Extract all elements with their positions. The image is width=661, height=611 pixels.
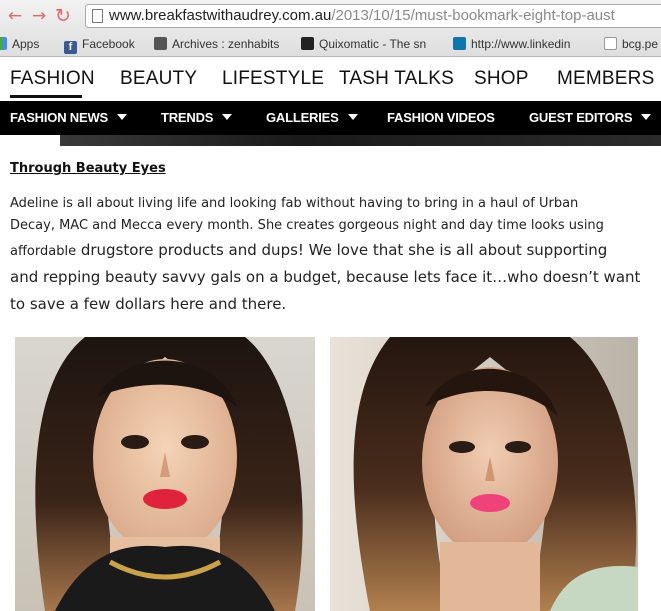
chevron-down-icon (347, 114, 358, 120)
bcg-icon (604, 37, 617, 50)
bookmark-facebook[interactable]: f Facebook (64, 35, 135, 54)
article-text-line: Decay, MAC and Mecca every month. She cr… (10, 218, 604, 233)
article-text-line: to save a few dollars here and there. (10, 295, 287, 313)
nav-fashion[interactable]: FASHION (10, 68, 95, 90)
page-icon (92, 9, 103, 23)
chevron-down-icon (641, 114, 652, 120)
article-text-line: and repping beauty savvy gals on a budge… (10, 268, 641, 286)
main-navigation: FASHION BEAUTY LIFESTYLE TASH TALKS SHOP… (0, 57, 661, 101)
quixomatic-icon (301, 37, 314, 50)
portrait-photo-right[interactable] (330, 337, 638, 611)
sub-navigation: FASHION NEWS TRENDS GALLERIES FASHION VI… (0, 101, 661, 135)
chevron-down-icon (117, 114, 127, 120)
reload-icon[interactable]: ↻ (52, 5, 74, 27)
apps-grid-icon (0, 37, 7, 50)
back-arrow-icon[interactable]: ← (4, 5, 26, 27)
bookmark-apps[interactable]: Apps (0, 35, 39, 53)
subnav-fashion-videos[interactable]: FASHION VIDEOS (387, 110, 495, 125)
nav-beauty[interactable]: BEAUTY (120, 68, 197, 90)
nav-members[interactable]: MEMBERS (557, 68, 654, 90)
nav-shop[interactable]: SHOP (474, 68, 529, 90)
subnav-galleries[interactable]: GALLERIES (266, 110, 358, 125)
bookmark-zenhabits[interactable]: Archives : zenhabits (154, 35, 279, 53)
bookmark-quixomatic[interactable]: Quixomatic - The sn (301, 35, 437, 53)
article-text-line: affordable drugstore products and dups! … (10, 241, 608, 259)
zenhabits-icon (154, 37, 167, 50)
article-text-line: Adeline is all about living life and loo… (10, 196, 579, 211)
subnav-fashion-news[interactable]: FASHION NEWS (10, 110, 127, 125)
forward-arrow-icon[interactable]: → (28, 5, 50, 27)
linkedin-icon (453, 37, 466, 50)
address-bar[interactable]: www.breakfastwithaudrey.com.au/2013/10/1… (85, 4, 661, 28)
header-image-strip (60, 135, 661, 146)
chevron-down-icon (222, 114, 233, 120)
browser-chrome: ← → ↻ www.breakfastwithaudrey.com.au/201… (0, 0, 661, 57)
nav-tash-talks[interactable]: TASH TALKS (339, 68, 454, 90)
active-nav-indicator (10, 95, 82, 98)
subnav-guest-editors[interactable]: GUEST EDITORS (529, 110, 652, 125)
bookmarks-bar: Apps f Facebook Archives : zenhabits Quix… (0, 33, 661, 55)
facebook-icon: f (64, 41, 77, 54)
portrait-photo-left[interactable] (15, 337, 315, 611)
nav-lifestyle[interactable]: LIFESTYLE (222, 68, 324, 90)
subnav-trends[interactable]: TRENDS (161, 110, 233, 125)
bookmark-linkedin[interactable]: http://www.linkedin (453, 35, 586, 53)
bookmark-bcg[interactable]: bcg.pe (604, 35, 658, 53)
article-heading-link[interactable]: Through Beauty Eyes (10, 161, 166, 176)
url-text[interactable]: www.breakfastwithaudrey.com.au/2013/10/1… (109, 7, 615, 24)
